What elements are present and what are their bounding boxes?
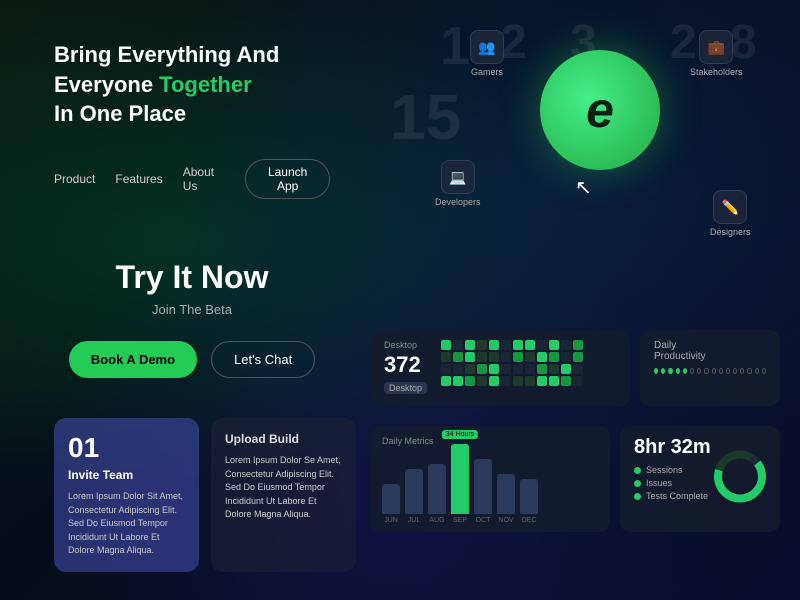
invite-team-card: 01 Invite Team Lorem Ipsum Dolor Sit Ame…: [54, 418, 199, 572]
cursor-icon: ↖: [575, 175, 592, 200]
cta-subtitle: Join The Beta: [54, 302, 330, 317]
legend-dot-0: [634, 467, 641, 474]
right-panel: 1 2 3 2 8 15 9 e 👥 Gamers 💼 Stakeholders…: [360, 0, 800, 600]
time-widget: 8hr 32m SessionsIssuesTests Complete: [620, 426, 780, 532]
hero-title-highlight: Together: [159, 72, 251, 97]
node-stakeholders: 💼 Stakeholders: [690, 30, 743, 77]
bar-col-jul: JUL: [405, 469, 423, 524]
node-designers: ✏️ Designers: [710, 190, 751, 237]
hero-title-line3: In One Place: [54, 101, 186, 126]
feature-cards: 01 Invite Team Lorem Ipsum Dolor Sit Ame…: [54, 418, 330, 572]
bar-col-aug: AUG: [428, 464, 446, 524]
activity-widget-left: Desktop 372 Desktop: [384, 340, 427, 396]
activity-number: 372: [384, 352, 427, 378]
nav-product[interactable]: Product: [54, 172, 95, 186]
metrics-widget: Daily Metrics JUN JUL AUG 34 HoursSEP OCT NOV…: [370, 426, 610, 532]
legend-label-0: Sessions: [646, 465, 683, 475]
legend-label-2: Tests Complete: [646, 491, 708, 501]
bar-label-dec: DEC: [522, 517, 537, 524]
left-panel: Bring Everything And Everyone Together I…: [0, 0, 360, 600]
productivity-dots: [654, 368, 766, 374]
bar-label-jun: JUN: [384, 517, 398, 524]
lets-chat-button[interactable]: Let's Chat: [211, 341, 315, 378]
legend-dot-1: [634, 480, 641, 487]
legend-label-1: Issues: [646, 478, 672, 488]
developers-label: Developers: [435, 197, 481, 207]
productivity-widget: Daily Productivity: [640, 330, 780, 406]
bottom-widgets-row: Daily Metrics JUN JUL AUG 34 HoursSEP OCT NOV…: [370, 426, 780, 532]
hero-title: Bring Everything And Everyone Together I…: [54, 40, 330, 129]
stakeholders-icon: 💼: [699, 30, 733, 64]
gamers-label: Gamers: [471, 67, 503, 77]
bar-label-nov: NOV: [498, 517, 513, 524]
developers-icon: 💻: [441, 160, 475, 194]
bar-col-sep: 34 HoursSEP: [451, 444, 469, 524]
activity-top-row: Desktop 372 Desktop Daily Productivity: [370, 330, 780, 406]
bar-label-oct: OCT: [476, 517, 491, 524]
upload-card-title: Upload Build: [225, 432, 342, 446]
cta-buttons: Book A Demo Let's Chat: [54, 341, 330, 378]
diagram-area: 1 2 3 2 8 15 9 e 👥 Gamers 💼 Stakeholders…: [380, 10, 800, 310]
main-nav: Product Features About Us Launch App: [54, 159, 330, 199]
bar-col-nov: NOV: [497, 474, 515, 524]
upload-card-body: Lorem Ipsum Dolor Se Amet, Consectetur A…: [225, 454, 342, 522]
logo-icon: e: [586, 81, 614, 139]
heatmap: [441, 340, 583, 386]
dashboard-area: Desktop 372 Desktop Daily Productivity: [360, 320, 800, 600]
nav-about[interactable]: About Us: [183, 165, 226, 193]
bar-col-dec: DEC: [520, 479, 538, 524]
node-gamers: 👥 Gamers: [470, 30, 504, 77]
metrics-title: Daily Metrics: [382, 436, 598, 446]
gamers-icon: 👥: [470, 30, 504, 64]
upload-build-card: Upload Build Lorem Ipsum Dolor Se Amet, …: [211, 418, 356, 572]
logo-circle: e: [540, 50, 660, 170]
cta-title: Try It Now: [54, 259, 330, 296]
book-demo-button[interactable]: Book A Demo: [69, 341, 197, 378]
designers-label: Designers: [710, 227, 751, 237]
activity-tag: Desktop: [384, 382, 427, 394]
invite-card-title: Invite Team: [68, 468, 185, 482]
nav-features[interactable]: Features: [115, 172, 162, 186]
bar-chart: JUNJULAUG34 HoursSEPOCTNOVDEC: [382, 454, 598, 524]
bar-label-aug: AUG: [429, 517, 444, 524]
bar-col-jun: JUN: [382, 484, 400, 524]
node-developers: 💻 Developers: [435, 160, 481, 207]
legend-dot-2: [634, 493, 641, 500]
productivity-title: Daily Productivity: [654, 340, 766, 362]
hero-title-line2: Everyone: [54, 72, 159, 97]
big-num-9: 9: [390, 110, 413, 158]
launch-app-button[interactable]: Launch App: [245, 159, 330, 199]
big-num-2: 2: [500, 15, 527, 70]
bar-label-sep: SEP: [453, 517, 467, 524]
donut-chart: [710, 447, 770, 512]
stakeholders-label: Stakeholders: [690, 67, 743, 77]
bar-label-jul: JUL: [408, 517, 420, 524]
cta-section: Try It Now Join The Beta Book A Demo Let…: [54, 259, 330, 378]
invite-card-body: Lorem Ipsum Dolor Sit Amet, Consectetur …: [68, 490, 185, 558]
invite-card-number: 01: [68, 432, 185, 464]
designers-icon: ✏️: [713, 190, 747, 224]
activity-platform-label: Desktop: [384, 340, 427, 350]
hero-title-line1: Bring Everything And: [54, 42, 279, 67]
big-num-1: 1: [440, 15, 470, 77]
bar-col-oct: OCT: [474, 459, 492, 524]
activity-widget: Desktop 372 Desktop: [370, 330, 630, 406]
